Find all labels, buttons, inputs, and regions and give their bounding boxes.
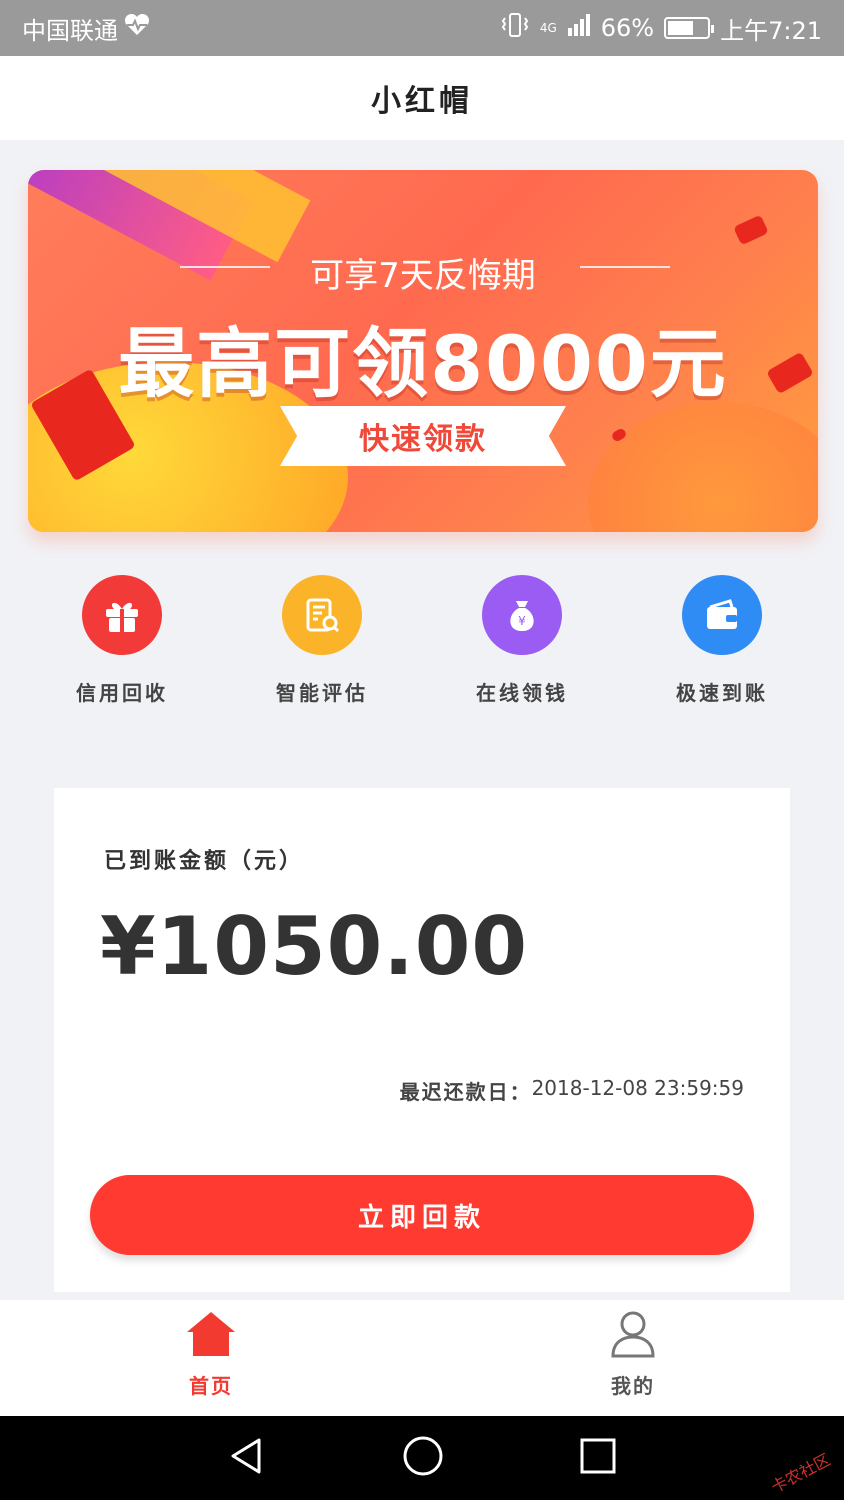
system-nav-bar: 卡农社区 — [0, 1416, 844, 1500]
clock: 上午7:21 — [720, 16, 822, 45]
gift-icon — [82, 575, 162, 655]
page-title: 小红帽 — [371, 84, 473, 119]
money-bag-icon: ¥ — [482, 575, 562, 655]
home-icon — [185, 1310, 237, 1362]
status-right: 4G 66% 上午7:21 — [500, 11, 822, 46]
quick-item-credit-recycle[interactable]: 信用回收 — [22, 575, 222, 706]
due-value: 2018-12-08 23:59:59 — [531, 1076, 744, 1100]
svg-text:¥: ¥ — [518, 614, 526, 628]
status-bar: 中国联通 4G 66% 上午7:21 — [0, 0, 844, 56]
tab-home[interactable]: 首页 — [0, 1300, 422, 1416]
quick-item-online-cash[interactable]: ¥ 在线领钱 — [422, 575, 622, 706]
bottom-tab-bar: 首页 我的 — [0, 1300, 844, 1416]
home-circle-icon[interactable] — [402, 1435, 444, 1481]
wallet-icon — [682, 575, 762, 655]
quick-item-label: 智能评估 — [276, 681, 368, 705]
banner-headline: 最高可领8000元 — [118, 319, 728, 408]
quick-menu: 信用回收 智能评估 ¥ 在线领钱 极速到账 — [22, 575, 822, 706]
quick-item-label: 信用回收 — [76, 681, 168, 705]
banner-decoration — [588, 402, 818, 532]
due-date: 最迟还款日： 2018-12-08 23:59:59 — [400, 1076, 744, 1105]
tab-profile[interactable]: 我的 — [422, 1300, 844, 1416]
repay-button[interactable]: 立即回款 — [90, 1175, 754, 1255]
promo-banner[interactable]: 可享7天反悔期 最高可领8000元 快速领款 — [28, 170, 818, 532]
battery-icon — [664, 17, 715, 39]
app-header: 小红帽 — [0, 56, 844, 140]
recents-icon[interactable] — [579, 1437, 617, 1479]
banner-cta[interactable]: 快速领款 — [280, 406, 566, 466]
watermark: 卡农社区 — [767, 1449, 834, 1497]
banner-subtitle: 可享7天反悔期 — [310, 256, 536, 296]
signal-icon — [567, 14, 591, 42]
quick-item-label: 极速到账 — [676, 681, 768, 705]
account-card: 已到账金额（元） ¥1050.00 最迟还款日： 2018-12-08 23:5… — [54, 788, 790, 1292]
amount-caption: 已到账金额（元） — [104, 849, 305, 874]
user-icon — [607, 1310, 659, 1362]
tab-label: 首页 — [189, 1374, 233, 1398]
vibrate-icon — [500, 12, 530, 44]
amount-value: ¥1050.00 — [100, 900, 529, 993]
network-type: 4G — [539, 21, 557, 35]
red-envelope-icon — [733, 214, 769, 246]
due-label: 最迟还款日： — [399, 1080, 532, 1104]
battery-percent: 66% — [600, 14, 655, 42]
quick-item-smart-assess[interactable]: 智能评估 — [222, 575, 422, 706]
tab-label: 我的 — [611, 1374, 655, 1398]
carrier-group: 中国联通 — [22, 11, 150, 46]
carrier-name: 中国联通 — [22, 16, 118, 45]
quick-item-fast-arrival[interactable]: 极速到账 — [622, 575, 822, 706]
back-icon[interactable] — [227, 1436, 267, 1480]
quick-item-label: 在线领钱 — [476, 681, 568, 705]
heart-rate-icon — [124, 13, 150, 42]
document-search-icon — [282, 575, 362, 655]
